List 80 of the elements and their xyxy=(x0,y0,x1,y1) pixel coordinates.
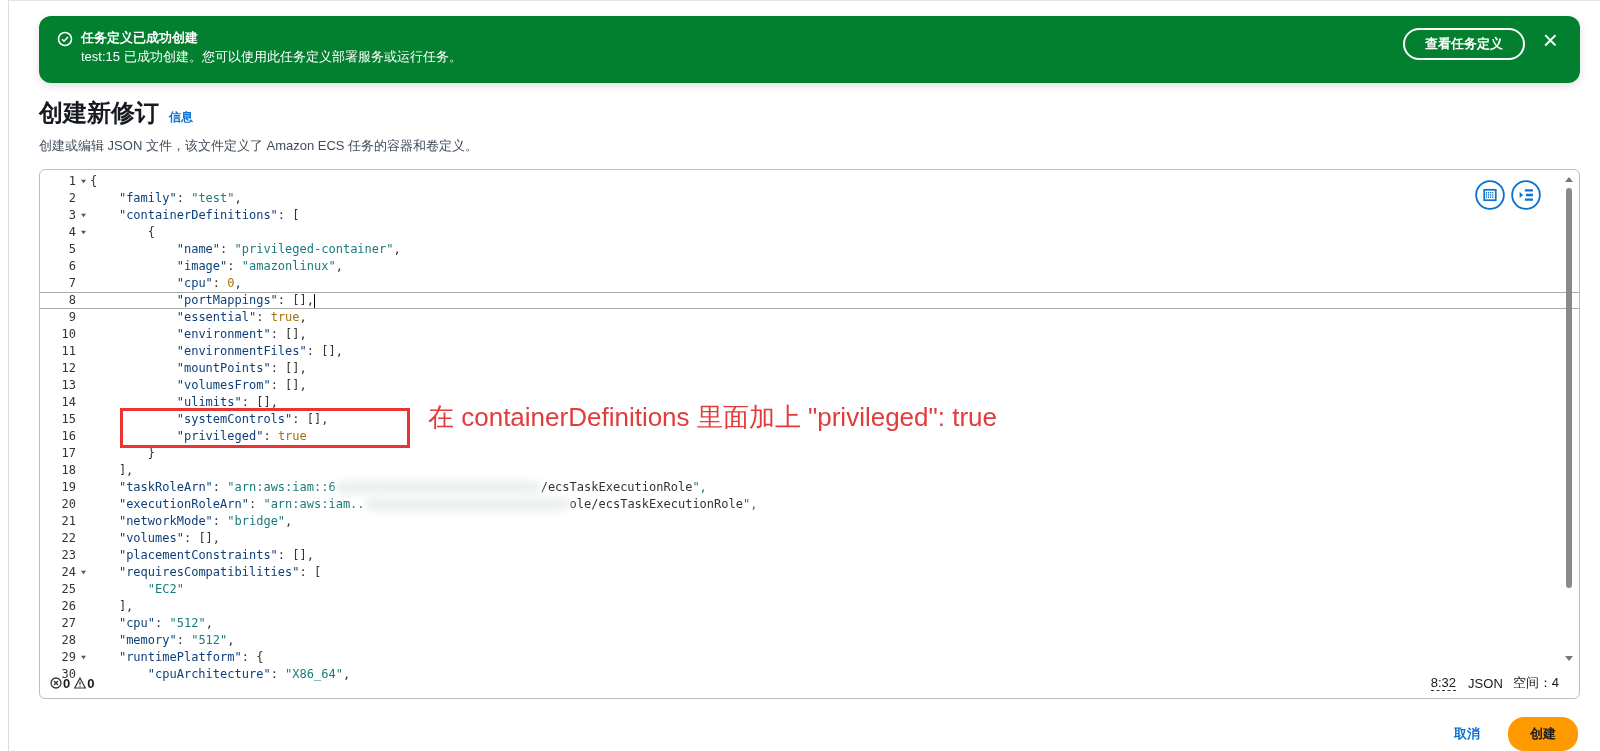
code-line: "taskRoleArn": "arn:aws:iam::6 /ecsTaskExecutionRole", xyxy=(117,479,707,496)
line-number: 27 xyxy=(60,615,76,632)
line-number: 3 xyxy=(67,207,76,224)
cancel-button[interactable]: 取消 xyxy=(1448,724,1486,744)
view-task-definition-button[interactable]: 查看任务定义 xyxy=(1402,28,1525,60)
code-line: "portMappings": [], xyxy=(175,292,315,309)
code-line: { xyxy=(146,224,156,241)
fold-caret-icon[interactable] xyxy=(80,179,86,184)
code-line: ], xyxy=(117,462,134,479)
code-line: "memory": "512", xyxy=(117,632,235,649)
line-number: 25 xyxy=(60,581,76,598)
code-line: "containerDefinitions": [ xyxy=(117,207,300,224)
code-line: "cpu": 0, xyxy=(175,275,242,292)
code-line: "placementConstraints": [], xyxy=(117,547,314,564)
line-number: 19 xyxy=(60,479,76,496)
code-line: "name": "privileged-container", xyxy=(175,241,401,258)
annotation-text: 在 containerDefinitions 里面加上 "privileged": true xyxy=(428,401,998,434)
line-number: 5 xyxy=(67,241,76,258)
code-line: "family": "test", xyxy=(117,190,242,207)
code-line: "networkMode": "bridge", xyxy=(117,513,293,530)
line-number: 7 xyxy=(67,275,76,292)
line-number: 26 xyxy=(60,598,76,615)
code-line: { xyxy=(90,173,98,190)
code-line: "volumesFrom": [], xyxy=(175,377,307,394)
create-button[interactable]: 创建 xyxy=(1508,717,1578,751)
line-number: 11 xyxy=(60,343,76,360)
code-line: ], xyxy=(117,598,134,615)
code-line: "cpuArchitecture": "X86_64", xyxy=(146,666,351,683)
code-line: "EC2" xyxy=(146,581,184,598)
code-line: "privileged": true xyxy=(175,428,307,445)
check-circle-icon xyxy=(57,31,73,47)
line-number: 6 xyxy=(67,258,76,275)
line-number: 18 xyxy=(60,462,76,479)
code-line: "executionRoleArn": "arn:aws:iam.. ole/ecsTaskExecutionRole", xyxy=(117,496,758,513)
line-number: 2 xyxy=(67,190,76,207)
code-line: "runtimePlatform": { xyxy=(117,649,264,666)
line-number: 10 xyxy=(60,326,76,343)
line-number: 21 xyxy=(60,513,76,530)
code-line: "essential": true, xyxy=(175,309,307,326)
close-button[interactable]: × xyxy=(1538,28,1562,52)
line-number: 24 xyxy=(60,564,76,581)
line-number: 22 xyxy=(60,530,76,547)
line-number: 12 xyxy=(60,360,76,377)
fold-caret-icon[interactable] xyxy=(80,213,86,218)
line-number: 16 xyxy=(60,428,76,445)
banner-title: 任务定义已成功创建 xyxy=(81,29,199,47)
code-line: "systemControls": [], xyxy=(175,411,329,428)
page-description: 创建或编辑 JSON 文件，该文件定义了 Amazon ECS 任务的容器和卷定义。 xyxy=(39,137,480,155)
code-line: "volumes": [], xyxy=(117,530,221,547)
code-line: "environmentFiles": [], xyxy=(175,343,343,360)
language-mode: JSON xyxy=(1468,675,1503,691)
line-number: 29 xyxy=(60,649,76,666)
line-number: 8 xyxy=(67,292,76,309)
code-line: "environment": [], xyxy=(175,326,307,343)
fold-caret-icon[interactable] xyxy=(80,655,86,660)
banner-message: test:15 已成功创建。您可以使用此任务定义部署服务或运行任务。 xyxy=(81,48,463,66)
line-number: 14 xyxy=(60,394,76,411)
code-line: "ulimits": [], xyxy=(175,394,278,411)
line-number: 20 xyxy=(60,496,76,513)
info-link[interactable]: 信息 xyxy=(169,109,193,126)
cursor-position[interactable]: 8:32 xyxy=(1430,675,1457,691)
line-number: 9 xyxy=(67,309,76,326)
line-number: 23 xyxy=(60,547,76,564)
code-line: "mountPoints": [], xyxy=(175,360,307,377)
code-line: "cpu": "512", xyxy=(117,615,213,632)
line-number: 28 xyxy=(60,632,76,649)
line-number: 4 xyxy=(67,224,76,241)
page-title: 创建新修订 xyxy=(39,98,159,128)
line-number: 17 xyxy=(60,445,76,462)
line-number: 13 xyxy=(60,377,76,394)
keyboard-icon[interactable] xyxy=(1475,180,1505,210)
code-line: "requiresCompatibilities": [ xyxy=(117,564,322,581)
fold-caret-icon[interactable] xyxy=(80,230,86,235)
warning-count[interactable]: 0 xyxy=(74,675,95,691)
indent-icon[interactable] xyxy=(1511,180,1541,210)
line-number: 15 xyxy=(60,411,76,428)
code-line: "image": "amazonlinux", xyxy=(175,258,343,275)
line-number: 1 xyxy=(67,173,76,190)
fold-caret-icon[interactable] xyxy=(80,570,86,575)
indent-setting: 空间：4 xyxy=(1512,674,1559,692)
